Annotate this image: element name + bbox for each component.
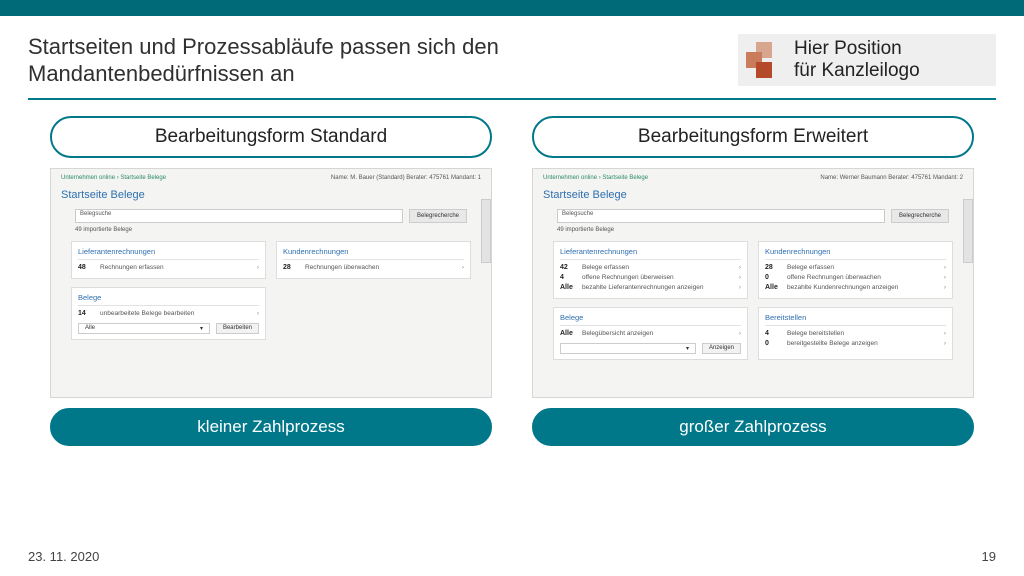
logo-line-1: Hier Position [794,38,920,60]
card-line[interactable]: 14 unbearbeitete Belege bearbeiten › [78,309,259,319]
card-heading: Lieferantenrechnungen [78,247,259,260]
search-button[interactable]: Belegrecherche [409,209,467,223]
card-heading: Belege [78,293,259,306]
card-line[interactable]: 4offene Rechnungen überweisen› [560,273,741,283]
card-kunden: Kundenrechnungen 28 Rechnungen überwache… [276,241,471,279]
pill-kleiner-zahlprozess: kleiner Zahlprozess [50,408,492,446]
logo-text: Hier Position für Kanzleilogo [794,38,920,82]
edit-button[interactable]: Bearbeiten [216,323,259,334]
card-line[interactable]: AlleBelegübersicht anzeigen› [560,329,741,339]
card-heading: Kundenrechnungen [283,247,464,260]
card-line[interactable]: 0offene Rechnungen überwachen› [765,273,946,283]
chevron-right-icon: › [944,274,946,281]
slide-title: Startseiten und Prozessabläufe passen si… [28,34,588,88]
chevron-right-icon: › [944,340,946,347]
card-line[interactable]: 28 Rechnungen überwachen › [283,263,464,273]
screenshot-standard: Unternehmen online › Startseite Belege N… [50,168,492,398]
search-row: Belegsuche Belegrecherche [557,209,949,223]
pill-grosser-zahlprozess: großer Zahlprozess [532,408,974,446]
chevron-right-icon: › [739,274,741,281]
card-line[interactable]: 48 Rechnungen erfassen › [78,263,259,273]
chevron-right-icon: › [944,264,946,271]
logo-placeholder: Hier Position für Kanzleilogo [738,34,996,86]
card-heading: Bereitstellen [765,313,946,326]
card-line[interactable]: Allebezahlte Kundenrechnungen anzeigen› [765,283,946,293]
chevron-right-icon: › [257,310,259,317]
card-line[interactable]: 42Belege erfassen› [560,263,741,273]
footer: 23. 11. 2020 19 [28,549,996,564]
column-left: Bearbeitungsform Standard Unternehmen on… [50,116,492,446]
card-line[interactable]: 28Belege erfassen› [765,263,946,273]
card-kunden: Kundenrechnungen 28Belege erfassen› 0off… [758,241,953,299]
logo-line-2: für Kanzleilogo [794,60,920,82]
screenshot-erweitert: Unternehmen online › Startseite Belege N… [532,168,974,398]
show-button[interactable]: Anzeigen [702,343,741,354]
chevron-right-icon: › [257,264,259,271]
column-right: Bearbeitungsform Erweitert Unternehmen o… [532,116,974,446]
slide: Startseiten und Prozessabläufe passen si… [0,0,1024,576]
side-tab[interactable] [963,199,973,263]
columns: Bearbeitungsform Standard Unternehmen on… [0,100,1024,446]
breadcrumb[interactable]: Unternehmen online › Startseite Belege [543,175,648,181]
footer-page: 19 [982,549,996,564]
filter-dropdown[interactable]: Alle▾ [78,323,210,334]
user-line: Name: M. Bauer (Standard) Berater: 47576… [331,175,481,181]
pill-standard: Bearbeitungsform Standard [50,116,492,158]
card-belege: Belege 14 unbearbeitete Belege bearbeite… [71,287,266,340]
header-row: Startseiten und Prozessabläufe passen si… [0,16,1024,88]
page-title: Startseite Belege [61,189,481,201]
breadcrumb[interactable]: Unternehmen online › Startseite Belege [61,175,166,181]
card-heading: Belege [560,313,741,326]
search-button[interactable]: Belegrecherche [891,209,949,223]
card-bereitstellen: Bereitstellen 4Belege bereitstellen› 0be… [758,307,953,360]
footer-date: 23. 11. 2020 [28,549,99,564]
search-input[interactable]: Belegsuche [557,209,885,223]
chevron-right-icon: › [462,264,464,271]
card-lieferanten: Lieferantenrechnungen 42Belege erfassen›… [553,241,748,299]
pill-erweitert: Bearbeitungsform Erweitert [532,116,974,158]
chevron-right-icon: › [739,264,741,271]
card-line[interactable]: 4Belege bereitstellen› [765,329,946,339]
card-line[interactable]: 0bereitgestellte Belege anzeigen› [765,339,946,349]
chevron-down-icon: ▾ [686,345,689,352]
chevron-right-icon: › [739,284,741,291]
search-row: Belegsuche Belegrecherche [75,209,467,223]
import-meta: 49 importierte Belege [75,227,467,233]
card-heading: Kundenrechnungen [765,247,946,260]
shot-header: Unternehmen online › Startseite Belege N… [57,175,485,183]
card-lieferanten: Lieferantenrechnungen 48 Rechnungen erfa… [71,241,266,279]
card-belege: Belege AlleBelegübersicht anzeigen› ▾ An… [553,307,748,360]
top-accent-bar [0,0,1024,16]
chevron-down-icon: ▾ [200,325,203,332]
search-input[interactable]: Belegsuche [75,209,403,223]
chevron-right-icon: › [944,330,946,337]
card-line[interactable]: Allebezahlte Lieferantenrechnungen anzei… [560,283,741,293]
side-tab[interactable] [481,199,491,263]
user-line: Name: Werner Baumann Berater: 475761 Man… [820,175,963,181]
filter-dropdown[interactable]: ▾ [560,343,696,354]
page-title: Startseite Belege [543,189,963,201]
card-heading: Lieferantenrechnungen [560,247,741,260]
chevron-right-icon: › [739,330,741,337]
logo-icon [746,42,782,78]
import-meta: 49 importierte Belege [557,227,949,233]
shot-header: Unternehmen online › Startseite Belege N… [539,175,967,183]
chevron-right-icon: › [944,284,946,291]
